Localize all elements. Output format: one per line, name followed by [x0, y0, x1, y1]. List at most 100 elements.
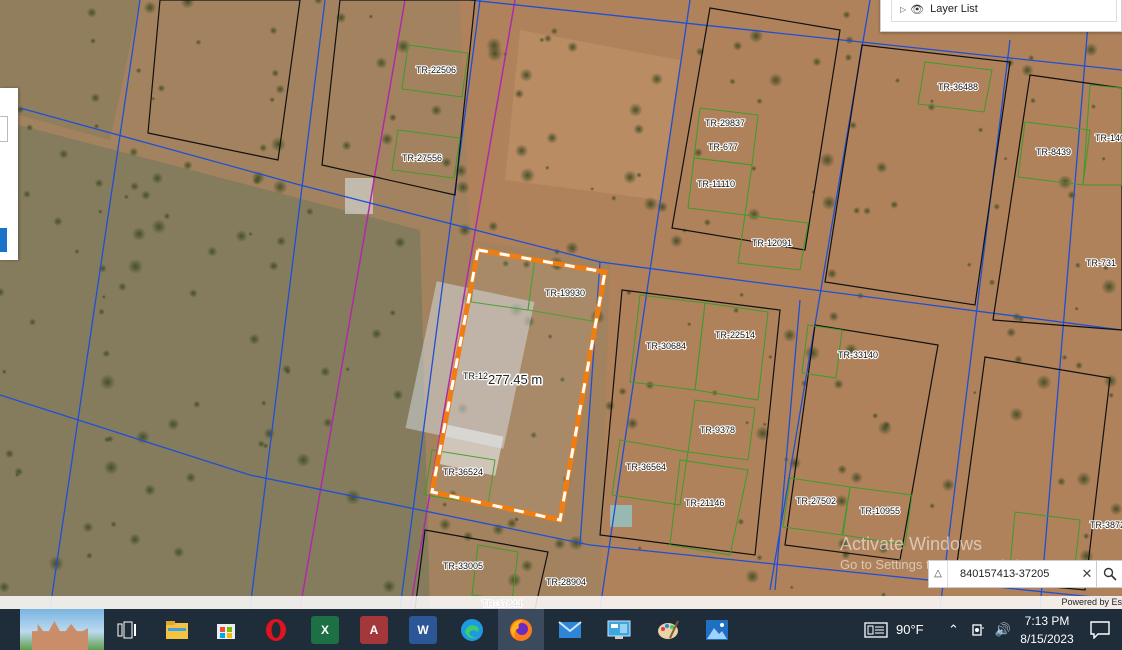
castle-icon — [32, 621, 88, 650]
opera-icon[interactable] — [262, 616, 290, 644]
shrub — [193, 400, 201, 409]
shrub — [546, 132, 558, 144]
shrub — [252, 176, 261, 186]
shrub — [128, 533, 141, 546]
shrub — [729, 78, 736, 85]
excel-icon[interactable]: X — [311, 616, 339, 644]
file-explorer-icon[interactable] — [163, 616, 191, 644]
layer-list-panel[interactable]: ▷ 👁 Layer List — [880, 0, 1122, 32]
shrub — [389, 309, 397, 317]
shrub — [163, 212, 171, 220]
word-icon[interactable]: W — [409, 616, 437, 644]
shrub — [872, 412, 879, 419]
firefox-icon[interactable] — [507, 616, 535, 644]
clock-time: 7:13 PM — [1024, 614, 1070, 628]
shrub — [768, 354, 773, 360]
shrub — [269, 26, 278, 35]
shrub — [966, 262, 972, 268]
desktop-thumbnail[interactable] — [20, 609, 104, 650]
parcel-label: TR-12 — [463, 371, 488, 381]
shrub — [259, 143, 268, 152]
task-view-icon[interactable] — [113, 616, 141, 644]
shrub — [394, 236, 406, 249]
shrub — [514, 516, 520, 523]
attribution-text[interactable]: Powered by Es — [1061, 597, 1122, 607]
parcel-label: TR-22506 — [416, 65, 456, 75]
parcel-label: TR-8439 — [1036, 147, 1071, 157]
parcel-label: TR-21146 — [685, 498, 724, 508]
shrub — [835, 494, 849, 508]
shrub — [86, 552, 93, 560]
shrub — [1074, 306, 1079, 311]
clock[interactable]: 7:13 PM 8/15/2023 — [1010, 612, 1084, 648]
access-icon[interactable]: A — [360, 616, 388, 644]
shrub — [185, 472, 197, 483]
map-view[interactable]: TR-22506 TR-27556 TR-29837 TR-677 TR-11110 TR… — [0, 0, 1122, 609]
shrub — [135, 67, 142, 74]
shrub — [1101, 278, 1117, 295]
shrub — [371, 328, 382, 340]
shrub — [140, 190, 151, 201]
shrub — [850, 471, 863, 484]
shrub — [519, 167, 536, 183]
panel-input-edge[interactable] — [0, 116, 8, 142]
shrub — [15, 472, 20, 478]
shrub — [768, 73, 783, 88]
notifications-button[interactable] — [1090, 609, 1110, 650]
search-input[interactable]: 840157413-37205 — [948, 568, 1078, 580]
search-icon — [1103, 567, 1117, 581]
shrub — [567, 41, 579, 53]
close-icon[interactable]: ✕ — [1078, 566, 1096, 582]
shrub — [762, 422, 767, 427]
map-canvas[interactable]: TR-22506 TR-27556 TR-29837 TR-677 TR-11110 TR… — [0, 0, 1122, 609]
eye-icon[interactable]: 👁 — [910, 3, 924, 16]
search-button[interactable] — [1096, 561, 1122, 587]
parcel-label: TR-36488 — [938, 82, 978, 92]
layer-list-row[interactable]: ▷ 👁 Layer List — [891, 0, 1117, 22]
edge-icon[interactable] — [458, 616, 486, 644]
shrub — [1108, 392, 1115, 399]
weather-widget[interactable]: 90°F — [864, 609, 924, 650]
parcel-label: TR-29837 — [705, 118, 745, 128]
shrub — [380, 132, 394, 146]
shrub — [123, 194, 129, 200]
parcel-label: TR-677 — [708, 142, 738, 152]
shrub — [182, 160, 193, 171]
search-widget[interactable]: △ 840157413-37205 ✕ — [928, 560, 1122, 588]
shrub — [285, 368, 291, 375]
parcel-label: TR-19930 — [545, 288, 585, 298]
shrub — [94, 178, 104, 188]
shrub — [927, 102, 936, 112]
shrub — [852, 206, 861, 215]
shrub — [618, 387, 627, 396]
shrub — [305, 207, 314, 216]
triangle-up-icon[interactable]: △ — [929, 561, 948, 587]
shrub — [877, 420, 893, 436]
control-panel-icon[interactable] — [605, 616, 633, 644]
shrub — [257, 440, 266, 448]
shrub — [86, 7, 98, 18]
shrub — [744, 420, 750, 425]
shrub — [22, 190, 32, 199]
shrub — [519, 68, 534, 82]
microsoft-store-icon[interactable] — [212, 616, 240, 644]
chevron-up-icon[interactable]: ⌃ — [948, 622, 959, 638]
meet-now-icon[interactable] — [971, 622, 985, 638]
shrub — [110, 521, 117, 528]
mail-icon[interactable] — [556, 616, 584, 644]
parcel-label: TR-731 — [1086, 258, 1116, 268]
panel-button-edge[interactable] — [0, 228, 7, 252]
shrub — [1061, 354, 1068, 361]
shrub — [53, 216, 63, 227]
shrub — [545, 165, 550, 171]
shrub — [703, 218, 712, 227]
photos-icon[interactable] — [703, 616, 731, 644]
shrub — [103, 459, 119, 475]
side-panel-collapsed[interactable] — [0, 88, 18, 260]
triangle-right-icon[interactable]: ▷ — [900, 5, 906, 14]
shrub — [276, 236, 287, 247]
speaker-icon[interactable]: 🔊 — [995, 622, 1011, 638]
shrub — [1, 369, 7, 375]
paint-icon[interactable] — [654, 616, 682, 644]
parcel-label: TR-36564 — [626, 462, 666, 472]
